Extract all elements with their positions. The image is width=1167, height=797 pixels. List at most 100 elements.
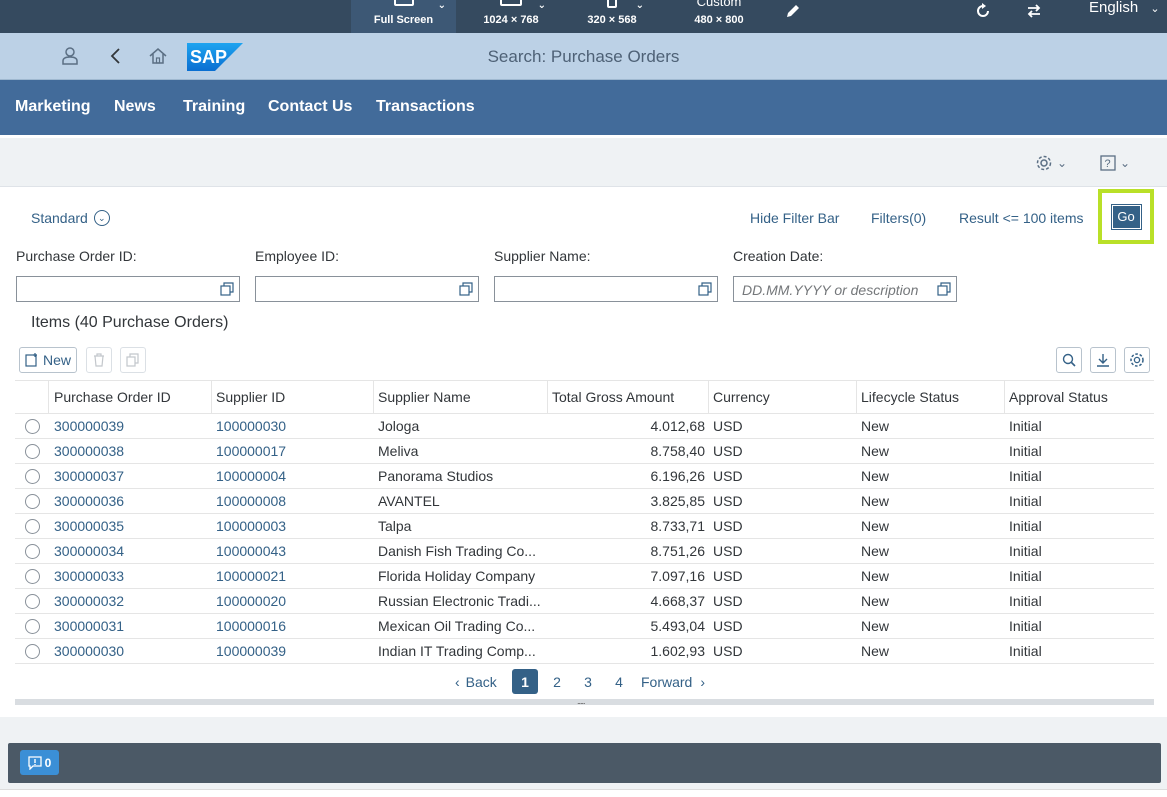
cell-supplier-id[interactable]: 100000021 [212,564,374,588]
column-header-supplier-id[interactable]: Supplier ID [212,381,374,413]
nav-training[interactable]: Training [183,98,245,116]
pager-back-button[interactable]: ‹ Back [455,669,497,694]
table-row[interactable]: 300000031 100000016 Mexican Oil Trading Co… [15,614,1154,639]
pencil-icon[interactable] [778,0,808,22]
value-help-icon[interactable] [219,281,235,297]
rotate-icon[interactable] [1019,0,1049,22]
cell-supplier-id[interactable]: 100000017 [212,439,374,463]
pager-page-4[interactable]: 4 [614,669,624,694]
table-row[interactable]: 300000036 100000008 AVANTEL 3.825,85 USD New I… [15,489,1154,514]
cell-supplier-id[interactable]: 100000030 [212,414,374,438]
language-selector[interactable]: English ⌄ [1089,0,1160,18]
row-selector[interactable] [15,414,49,438]
cell-po-id[interactable]: 300000035 [50,514,212,538]
cell-po-id[interactable]: 300000034 [50,539,212,563]
table-row[interactable]: 300000039 100000030 Jologa 4.012,68 USD New In… [15,414,1154,439]
table-row[interactable]: 300000037 100000004 Panorama Studios 6.196,… [15,464,1154,489]
column-header-currency[interactable]: Currency [709,381,857,413]
table-row[interactable]: 300000030 100000039 Indian IT Trading Comp… [15,639,1154,664]
radio-button[interactable] [24,418,40,434]
radio-button[interactable] [24,543,40,559]
value-help-icon[interactable] [936,281,952,297]
device-custom[interactable]: Custom 480 × 800 [680,0,758,33]
cell-po-id[interactable]: 300000030 [50,639,212,663]
row-selector[interactable] [15,589,49,613]
resize-grip[interactable]: ..... [15,696,1154,706]
radio-button[interactable] [24,468,40,484]
hide-filter-bar-button[interactable]: Hide Filter Bar [750,210,839,226]
cell-po-id[interactable]: 300000038 [50,439,212,463]
help-menu-button[interactable]: ? ⌄ [1100,152,1130,174]
row-selector[interactable] [15,514,49,538]
cell-supplier-id[interactable]: 100000016 [212,614,374,638]
pager-page-3[interactable]: 3 [583,669,593,694]
table-settings-button[interactable] [1124,347,1150,373]
table-row[interactable]: 300000033 100000021 Florida Holiday Compan… [15,564,1154,589]
cell-supplier-id[interactable]: 100000039 [212,639,374,663]
radio-button[interactable] [24,443,40,459]
cell-supplier-id[interactable]: 100000003 [212,514,374,538]
export-button[interactable] [1090,347,1116,373]
pager-page-2[interactable]: 2 [552,669,562,694]
filters-button[interactable]: Filters(0) [871,210,926,226]
cell-supplier-id[interactable]: 100000008 [212,489,374,513]
value-help-icon[interactable] [458,281,474,297]
row-selector[interactable] [15,539,49,563]
employee-id-label: Employee ID: [255,248,340,264]
cell-supplier-id[interactable]: 100000043 [212,539,374,563]
nav-contact-us[interactable]: Contact Us [268,98,352,116]
device-full-screen[interactable]: Full Screen ⌄ [351,0,456,33]
row-selector[interactable] [15,614,49,638]
row-selector[interactable] [15,439,49,463]
radio-button[interactable] [24,568,40,584]
refresh-icon[interactable] [968,0,998,22]
pager-forward-button[interactable]: Forward › [641,669,705,694]
cell-po-id[interactable]: 300000039 [50,414,212,438]
new-button[interactable]: New [19,347,77,373]
device-1024[interactable]: 1024 × 768 ⌄ [466,0,556,33]
device-320[interactable]: 320 × 568 ⌄ [570,0,654,33]
cell-supplier-id[interactable]: 100000004 [212,464,374,488]
row-selector[interactable] [15,564,49,588]
column-header-approval-status[interactable]: Approval Status [1005,381,1154,413]
radio-button[interactable] [24,493,40,509]
table-row[interactable]: 300000034 100000043 Danish Fish Trading Co… [15,539,1154,564]
cell-supplier-id[interactable]: 100000020 [212,589,374,613]
cell-supplier-name: Talpa [378,518,412,534]
value-help-icon[interactable] [697,281,713,297]
column-header-total-gross-amount[interactable]: Total Gross Amount [548,381,709,413]
messages-button[interactable]: 0 [20,750,59,775]
creation-date-input[interactable]: DD.MM.YYYY or description [733,276,957,302]
table-row[interactable]: 300000032 100000020 Russian Electronic Tra… [15,589,1154,614]
row-selector[interactable] [15,639,49,663]
cell-po-id[interactable]: 300000032 [50,589,212,613]
nav-transactions[interactable]: Transactions [376,98,475,116]
variant-selector[interactable]: Standard ⌄ [31,210,110,226]
supplier-name-input[interactable] [494,276,718,302]
purchase-order-id-input[interactable] [16,276,240,302]
nav-news[interactable]: News [114,98,156,116]
search-button[interactable] [1056,347,1082,373]
nav-marketing[interactable]: Marketing [15,98,91,116]
employee-id-input[interactable] [255,276,479,302]
delete-button[interactable] [86,347,112,373]
cell-po-id[interactable]: 300000036 [50,489,212,513]
column-header-lifecycle-status[interactable]: Lifecycle Status [857,381,1005,413]
radio-button[interactable] [24,643,40,659]
cell-po-id[interactable]: 300000033 [50,564,212,588]
row-selector[interactable] [15,489,49,513]
cell-po-id[interactable]: 300000037 [50,464,212,488]
row-selector[interactable] [15,464,49,488]
table-row[interactable]: 300000035 100000003 Talpa 8.733,71 USD New Ini… [15,514,1154,539]
column-header-supplier-name[interactable]: Supplier Name [374,381,548,413]
pager-page-1[interactable]: 1 [512,669,538,694]
table-row[interactable]: 300000038 100000017 Meliva 8.758,40 USD New In… [15,439,1154,464]
cell-po-id[interactable]: 300000031 [50,614,212,638]
copy-button[interactable] [120,347,146,373]
column-header-po-id[interactable]: Purchase Order ID [50,381,212,413]
radio-button[interactable] [24,618,40,634]
radio-button[interactable] [24,518,40,534]
settings-menu-button[interactable]: ⌄ [1035,152,1067,174]
radio-button[interactable] [24,593,40,609]
go-button[interactable]: Go [1110,203,1142,230]
